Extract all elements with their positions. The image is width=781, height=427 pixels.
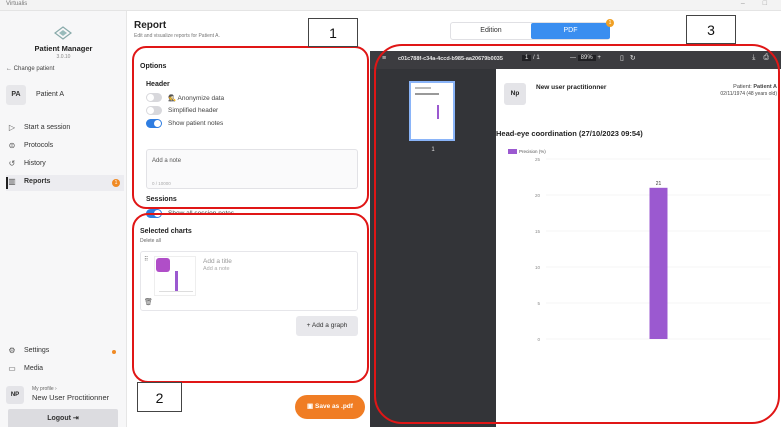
sidebar: Patient Manager 3.0.10 ← Change patient … bbox=[0, 11, 127, 427]
tab-pdf[interactable]: PDF bbox=[531, 23, 610, 39]
reports-badge: 1 bbox=[112, 179, 120, 187]
page-subtitle: Edit and visualize reports for Patient A… bbox=[134, 33, 220, 39]
sidebar-item-label: Media bbox=[24, 365, 44, 372]
sidebar-item-label: Protocols bbox=[24, 142, 54, 149]
app-version: 3.0.10 bbox=[56, 54, 71, 60]
change-patient-link[interactable]: ← Change patient bbox=[6, 66, 54, 72]
sidebar-item-protocols[interactable]: ⊜ Protocols bbox=[6, 139, 124, 155]
save-pdf-button[interactable]: ▣ Save as .pdf bbox=[295, 395, 365, 419]
logout-button[interactable]: Logout ⇥ bbox=[8, 409, 118, 427]
avatar: NP bbox=[6, 386, 24, 404]
view-switch: Edition PDF bbox=[450, 22, 610, 40]
current-patient[interactable]: PA Patient A bbox=[6, 85, 118, 105]
protocols-icon: ⊜ bbox=[8, 141, 16, 150]
app-logo-icon bbox=[54, 26, 72, 40]
pdf-badge: 1 bbox=[606, 19, 614, 27]
annotation-label-1: 1 bbox=[308, 18, 358, 47]
annotation-label-3: 3 bbox=[686, 15, 736, 44]
app-name: Patient Manager bbox=[34, 44, 93, 53]
window-controls[interactable]: – □ bbox=[741, 0, 775, 7]
profile-link[interactable]: NP My profile › New User Proctitionner bbox=[6, 384, 124, 406]
settings-notification-dot bbox=[112, 350, 116, 354]
window-title: Virtualis bbox=[6, 1, 28, 7]
annotation-region-2 bbox=[132, 213, 369, 383]
tab-edition[interactable]: Edition bbox=[451, 23, 531, 39]
sidebar-item-start-session[interactable]: ▷ Start a session bbox=[6, 121, 124, 137]
annotation-region-3 bbox=[374, 44, 780, 424]
sidebar-item-settings[interactable]: ⚙ Settings bbox=[6, 344, 124, 360]
sidebar-item-label: Settings bbox=[24, 347, 50, 354]
window-titlebar: Virtualis – □ bbox=[0, 0, 781, 11]
save-icon: ▣ bbox=[307, 403, 315, 410]
profile-name: New User Proctitionner bbox=[32, 393, 110, 402]
save-pdf-label: Save as .pdf bbox=[315, 403, 353, 410]
annotation-region-1 bbox=[132, 46, 369, 209]
media-icon: ▭ bbox=[8, 364, 16, 373]
sidebar-item-media[interactable]: ▭ Media bbox=[6, 362, 124, 378]
patient-avatar: PA bbox=[6, 85, 26, 105]
play-icon: ▷ bbox=[8, 123, 16, 132]
gear-icon: ⚙ bbox=[8, 346, 16, 355]
sidebar-item-label: History bbox=[24, 160, 46, 167]
profile-caption: My profile › bbox=[32, 386, 57, 392]
sidebar-item-reports[interactable]: ▥ Reports 1 bbox=[6, 175, 124, 191]
annotation-label-2: 2 bbox=[137, 382, 182, 412]
patient-name: Patient A bbox=[36, 91, 65, 98]
page-title: Report bbox=[134, 20, 167, 31]
sidebar-item-label: Reports bbox=[24, 178, 51, 185]
sidebar-item-label: Start a session bbox=[24, 124, 71, 131]
history-icon: ↺ bbox=[8, 159, 16, 168]
logout-icon: ⇥ bbox=[72, 415, 79, 422]
sidebar-item-history[interactable]: ↺ History bbox=[6, 157, 124, 173]
logout-label: Logout bbox=[47, 415, 71, 422]
reports-icon: ▥ bbox=[8, 177, 16, 186]
